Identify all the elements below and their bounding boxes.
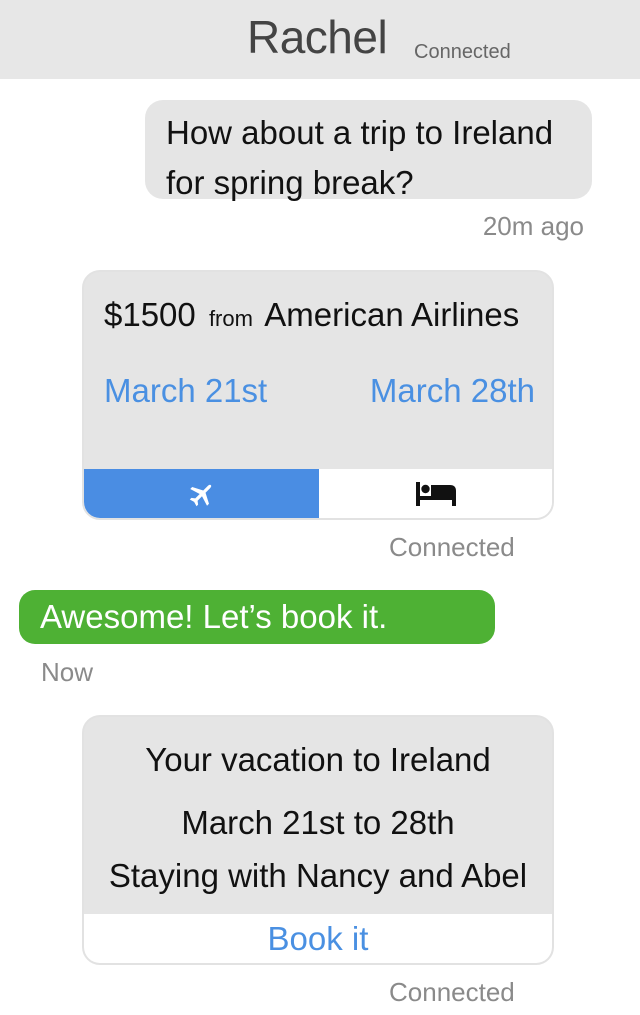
flight-offer-card[interactable]: $1500 from American Airlines March 21st … [82, 270, 554, 520]
summary-dates: March 21st to 28th [181, 804, 455, 841]
summary-title: Your vacation to Ireland [145, 741, 491, 778]
return-date-link[interactable]: March 28th [370, 374, 535, 407]
connection-status: Connected [414, 41, 511, 63]
message-timestamp: 20m ago [482, 211, 584, 241]
card-status: Connected [389, 532, 515, 562]
airplane-icon [189, 484, 211, 506]
contact-name: Rachel [247, 11, 388, 63]
flight-price-line: $1500 from American Airlines [104, 298, 519, 331]
incoming-message-line: How about a trip to Ireland [166, 114, 554, 151]
flight-price: $1500 [104, 296, 196, 333]
from-label: from [208, 306, 253, 331]
book-it-button[interactable]: Book it [84, 914, 552, 963]
bed-icon [415, 481, 456, 506]
booking-summary-card: Your vacation to Ireland March 21st to 2… [82, 715, 554, 965]
depart-date-link[interactable]: March 21st [104, 374, 267, 407]
card-status: Connected [389, 977, 515, 1007]
incoming-message-line: for spring break? [166, 164, 414, 201]
chat-header: Rachel Connected [0, 0, 640, 79]
outgoing-message-bubble: Awesome! Let’s book it. [19, 590, 495, 644]
card-tab-bar [84, 469, 552, 518]
incoming-message-bubble: How about a trip to Ireland for spring b… [145, 100, 592, 201]
summary-hosts: Staying with Nancy and Abel [108, 857, 528, 894]
flight-tab[interactable] [84, 469, 319, 518]
airline-name: American Airlines [264, 296, 520, 333]
message-timestamp: Now [41, 657, 94, 687]
hotel-tab[interactable] [319, 469, 552, 518]
